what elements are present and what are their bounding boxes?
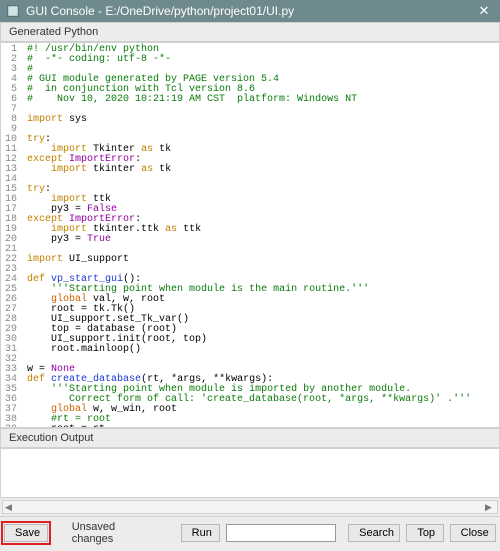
horizontal-scrollbar[interactable]: ◀ ▶ (2, 500, 498, 514)
close-button[interactable]: Close (450, 524, 496, 542)
bottom-toolbar: Save Unsaved changes Run Search Top Clos… (0, 516, 500, 551)
top-button[interactable]: Top (406, 524, 443, 542)
window-title: GUI Console - E:/OneDrive/python/project… (26, 4, 474, 18)
titlebar: GUI Console - E:/OneDrive/python/project… (0, 0, 500, 22)
save-button[interactable]: Save (4, 524, 48, 542)
generated-python-header: Generated Python (0, 22, 500, 42)
close-icon[interactable]: ✕ (474, 1, 494, 21)
code-content[interactable]: #! /usr/bin/env python # -*- coding: utf… (23, 43, 475, 428)
search-button[interactable]: Search (348, 524, 400, 542)
line-number-gutter: 1 2 3 4 5 6 7 8 9 10 11 12 13 14 15 16 1… (1, 43, 23, 428)
exec-output-header: Execution Output (0, 428, 500, 448)
scroll-right-icon[interactable]: ▶ (485, 502, 495, 512)
code-editor[interactable]: 1 2 3 4 5 6 7 8 9 10 11 12 13 14 15 16 1… (0, 42, 500, 428)
search-input[interactable] (226, 524, 336, 542)
scroll-left-icon[interactable]: ◀ (5, 502, 15, 512)
status-label: Unsaved changes (72, 521, 148, 545)
run-button[interactable]: Run (181, 524, 220, 542)
exec-output-area[interactable] (0, 448, 500, 498)
app-icon (6, 4, 20, 18)
